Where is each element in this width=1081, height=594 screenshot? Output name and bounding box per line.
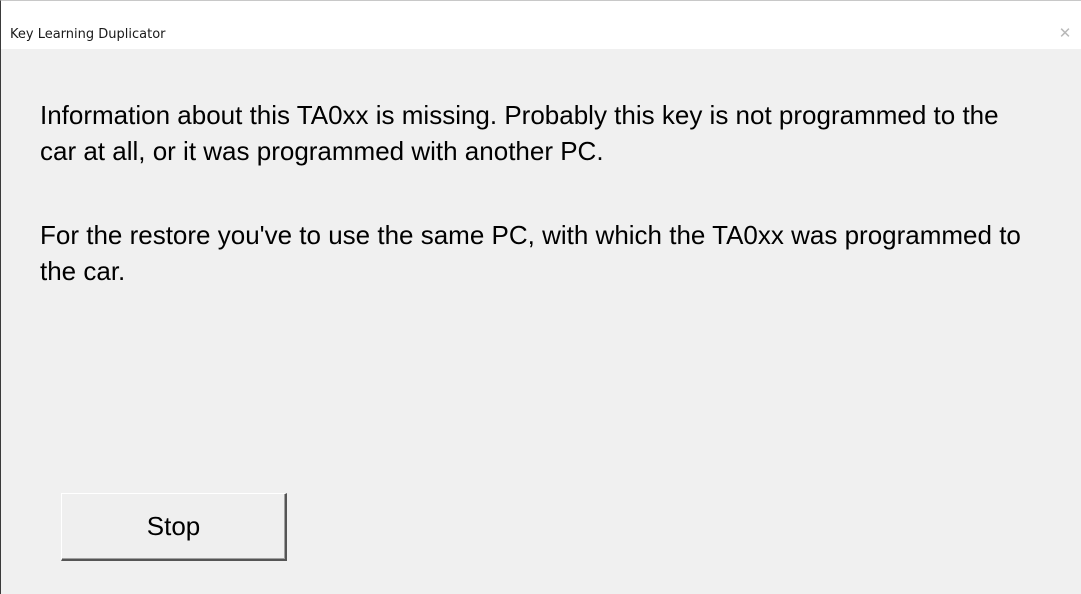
close-icon[interactable]: ✕ [1055, 23, 1075, 43]
restore-instruction-message: For the restore you've to use the same P… [40, 220, 1021, 286]
missing-info-message: Information about this TA0xx is missing.… [40, 100, 999, 166]
title-bar[interactable]: Key Learning Duplicator ✕ [1, 1, 1081, 49]
window-title: Key Learning Duplicator [10, 27, 166, 42]
stop-button-label: Stop [146, 511, 201, 541]
dialog-window: Key Learning Duplicator ✕ Information ab… [0, 0, 1081, 594]
stop-button[interactable]: Stop [61, 493, 287, 561]
dialog-body: Information about this TA0xx is missing.… [1, 49, 1081, 594]
